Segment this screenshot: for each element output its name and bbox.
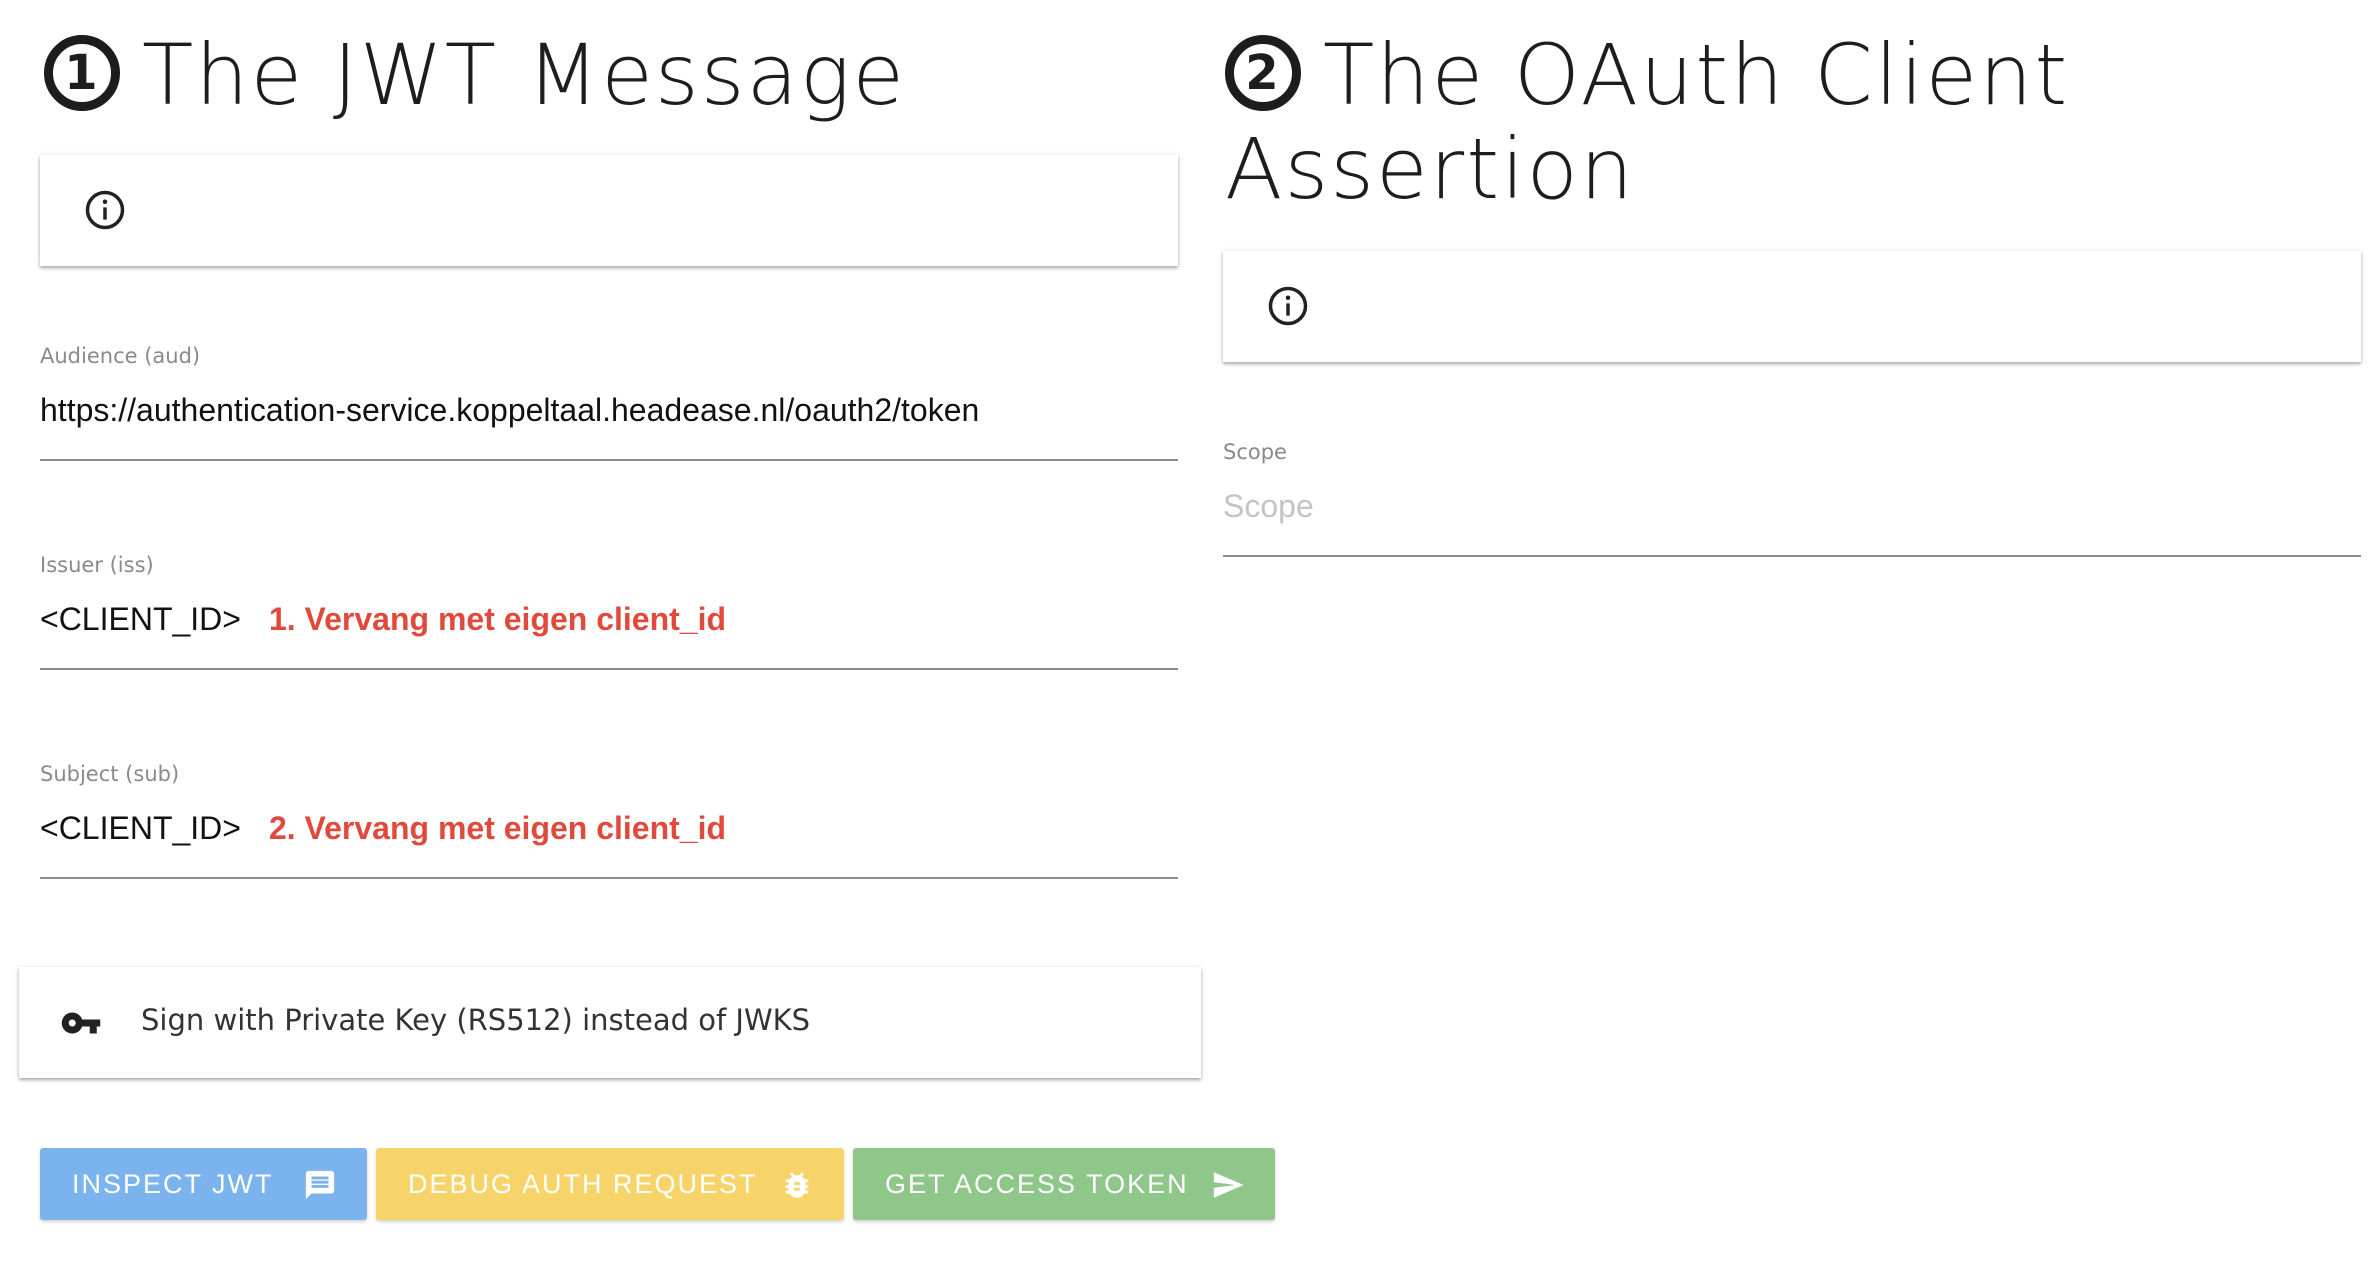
issuer-value: <CLIENT_ID> — [40, 601, 241, 637]
scope-underline — [1223, 555, 2361, 557]
info-circle-icon — [1268, 286, 1308, 326]
subject-hint: 2. Vervang met eigen client_id — [268, 810, 727, 846]
issuer-field[interactable]: Issuer (iss) <CLIENT_ID> 1. Vervang met e… — [40, 553, 1178, 670]
message-icon — [305, 1170, 335, 1200]
inspect-jwt-button[interactable]: INSPECT JWT — [40, 1148, 367, 1220]
private-key-toggle[interactable]: Sign with Private Key (RS512) instead of… — [19, 967, 1201, 1078]
info-circle-icon — [85, 190, 125, 230]
bug-icon — [785, 1172, 809, 1198]
issuer-hint: 1. Vervang met eigen client_id — [268, 601, 727, 637]
oauth-info-card[interactable] — [1223, 251, 2361, 362]
subject-input[interactable]: <CLIENT_ID> 2. Vervang met eigen client_i… — [40, 810, 726, 847]
debug-auth-request-button[interactable]: DEBUG AUTH REQUEST — [376, 1148, 844, 1220]
get-access-token-button[interactable]: GET ACCESS TOKEN — [853, 1148, 1275, 1220]
oauth-title-line1: The OAuth Client — [1323, 26, 2070, 124]
send-icon — [1213, 1172, 1244, 1198]
get-access-token-label: GET ACCESS TOKEN — [885, 1168, 1189, 1199]
audience-input[interactable]: https://authentication-service.koppeltaa… — [40, 392, 979, 429]
inspect-jwt-label: INSPECT JWT — [72, 1168, 274, 1199]
audience-label: Audience (aud) — [40, 344, 201, 368]
scope-field[interactable]: Scope Scope — [1223, 440, 2361, 557]
subject-value: <CLIENT_ID> — [40, 810, 241, 846]
issuer-underline — [40, 668, 1178, 670]
oauth-title-line2: Assertion — [1225, 120, 1636, 218]
step-number-badge: 1 — [44, 35, 120, 111]
key-icon — [61, 1012, 101, 1034]
subject-label: Subject (sub) — [40, 762, 180, 786]
scope-label: Scope — [1223, 440, 1287, 464]
subject-field[interactable]: Subject (sub) <CLIENT_ID> 2. Vervang met … — [40, 762, 1178, 879]
jwt-info-card[interactable] — [40, 155, 1178, 266]
private-key-label: Sign with Private Key (RS512) instead of… — [141, 1003, 811, 1037]
issuer-input[interactable]: <CLIENT_ID> 1. Vervang met eigen client_i… — [40, 601, 726, 638]
jwt-message-heading: 1 The JWT Message — [44, 28, 906, 122]
scope-input[interactable]: Scope — [1223, 488, 1314, 525]
subject-underline — [40, 877, 1178, 879]
debug-auth-request-label: DEBUG AUTH REQUEST — [408, 1168, 758, 1199]
oauth-assertion-heading: 2 The OAuth Client Assertion — [1225, 28, 2069, 216]
jwt-message-title: The JWT Message — [142, 26, 907, 124]
audience-underline — [40, 459, 1178, 461]
step-number-badge: 2 — [1225, 35, 1301, 111]
audience-field[interactable]: Audience (aud) https://authentication-se… — [40, 344, 1178, 461]
issuer-label: Issuer (iss) — [40, 553, 154, 577]
